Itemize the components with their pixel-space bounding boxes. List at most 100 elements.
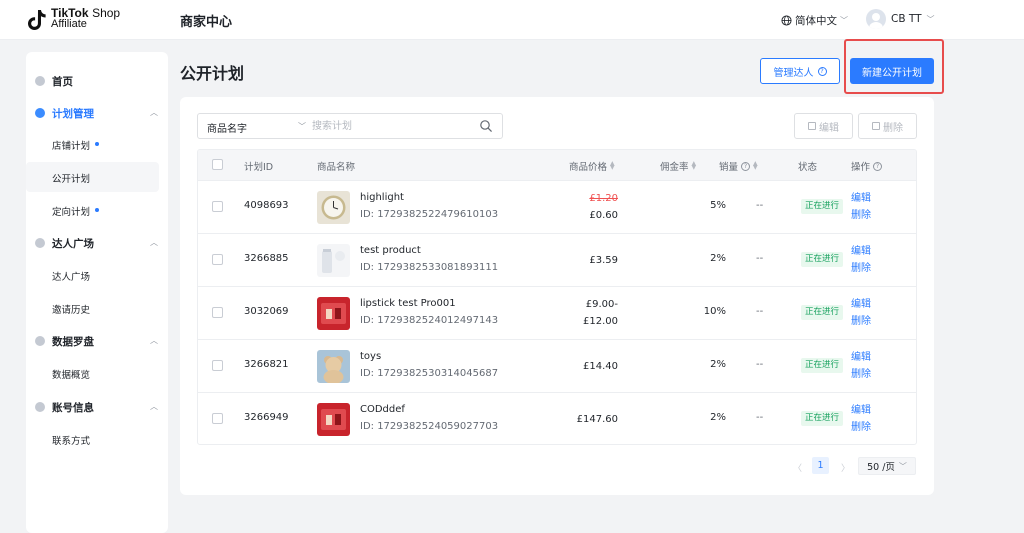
new-dot-icon [95,208,99,212]
sidebar-item-invite-history[interactable]: 邀请历史 [26,293,168,323]
product-name[interactable]: lipstick test Pro001 [360,298,456,309]
search-bar: 商品名字 ﹀ [197,113,503,139]
row-checkbox[interactable] [212,360,223,371]
row-edit-link[interactable]: 编辑 [851,190,871,207]
sidebar-item-public-plan[interactable]: 公开计划 [26,162,159,192]
delete-label: 删除 [883,122,903,134]
edit-icon [808,122,816,130]
sort-icon: ▲ ▼ [610,160,615,171]
sidebar-group-data-compass[interactable]: 数据罗盘 ︿ [26,330,168,352]
help-icon: ? [873,161,883,171]
product-price: £3.59 [589,255,618,266]
sidebar: 首页 计划管理 ︿ 店铺计划 公开计划 定向计划 达人广场 ︿ 达人广场 邀请历… [26,52,168,533]
table-row: 3266885 test product ID: 172938253308189… [198,233,916,286]
sales-count: -- [756,412,764,423]
new-public-plan-button[interactable]: 新建公开计划 [850,58,934,84]
row-delete-link[interactable]: 删除 [851,366,871,383]
chevron-down-icon: ﹀ [898,461,907,471]
tiktok-shop-affiliate-logo[interactable]: TikTok Shop Affiliate [27,6,137,34]
row-edit-link[interactable]: 编辑 [851,349,871,366]
prev-page-icon[interactable]: 〈 [793,461,802,474]
sales-count: -- [756,306,764,317]
page-size-select[interactable]: 50 /页 ﹀ [858,457,916,475]
page-size-label: 50 /页 [867,462,895,473]
header-commission[interactable]: 佣金率 ▲ ▼ [660,159,697,174]
delete-button[interactable]: 删除 [858,113,917,139]
user-menu[interactable]: CB TT ﹀ [866,9,935,29]
next-page-icon[interactable]: 〉 [841,461,850,474]
page-title: 公开计划 [180,64,245,83]
sidebar-group-account-info[interactable]: 账号信息 ︿ [26,396,168,418]
globe-icon [781,14,792,26]
row-checkbox[interactable] [212,201,223,212]
plan-id: 4098693 [244,200,289,211]
edit-button[interactable]: 编辑 [794,113,853,139]
select-all-checkbox[interactable] [212,159,223,170]
manage-creators-label: 管理达人 [773,67,814,79]
manage-creators-button[interactable]: 管理达人 ? [760,58,840,84]
header-actions-label: 操作 [851,162,871,173]
chevron-up-icon: ︿ [150,238,158,247]
header-title: 商家中心 [180,15,233,30]
row-checkbox[interactable] [212,413,223,424]
header-price[interactable]: 商品价格 ▲ ▼ [569,159,615,174]
header-sales[interactable]: 销量? ▲ ▼ [719,159,758,174]
product-name[interactable]: toys [360,351,381,362]
search-icon[interactable] [479,119,493,133]
help-icon: ? [741,161,751,171]
sidebar-item-label: 公开计划 [52,174,91,185]
status-badge: 正在进行 [801,252,844,267]
search-field-select[interactable]: 商品名字 [207,120,247,135]
plan-table: 计划ID 商品名称 商品价格 ▲ ▼ 佣金率 ▲ ▼ 销量? ▲ ▼ 状态 操作? 4098… [197,149,917,445]
product-id: ID: 1729382533081893111 [360,262,499,273]
product-name[interactable]: highlight [360,192,404,203]
sidebar-item-creator-market[interactable]: 达人广场 [26,260,168,290]
product-id: ID: 1729382524012497143 [360,315,499,326]
sidebar-group-creator-market[interactable]: 达人广场 ︿ [26,232,168,254]
plan-id: 3032069 [244,306,289,317]
commission-rate: 2% [710,359,726,370]
compass-icon [35,336,45,346]
row-delete-link[interactable]: 删除 [851,207,871,224]
row-checkbox[interactable] [212,254,223,265]
new-dot-icon [95,142,99,146]
commission-rate: 5% [710,200,726,211]
chevron-up-icon: ︿ [150,402,158,411]
product-id: ID: 1729382530314045687 [360,368,499,379]
sort-icon: ▲ ▼ [753,160,758,171]
row-edit-link[interactable]: 编辑 [851,243,871,260]
sales-count: -- [756,359,764,370]
chevron-down-icon: ﹀ [926,14,935,24]
row-edit-link[interactable]: 编辑 [851,402,871,419]
sidebar-group-plan-mgmt[interactable]: 计划管理 ︿ [26,102,168,124]
sort-icon: ▲ ▼ [691,160,697,171]
plan-icon [35,108,45,118]
row-delete-link[interactable]: 删除 [851,260,871,277]
row-edit-link[interactable]: 编辑 [851,296,871,313]
chevron-up-icon: ︿ [150,336,158,345]
logo-shop-text: Shop [92,6,121,20]
page-number-current[interactable]: 1 [812,457,829,474]
table-row: 3032069 lipstick test Pro001 ID: 1729382… [198,286,916,339]
sidebar-item-contact[interactable]: 联系方式 [26,424,168,454]
chevron-down-icon: ﹀ [840,15,848,25]
sidebar-item-shop-plan[interactable]: 店铺计划 [26,129,168,159]
search-input[interactable] [312,118,472,135]
row-checkbox[interactable] [212,307,223,318]
row-delete-link[interactable]: 删除 [851,313,871,330]
header-status: 状态 [798,162,818,173]
sidebar-item-home[interactable]: 首页 [26,70,168,92]
tiktok-note-icon [28,10,46,30]
sidebar-item-data-overview[interactable]: 数据概览 [26,358,168,388]
row-delete-link[interactable]: 删除 [851,419,871,436]
chevron-up-icon: ︿ [150,108,158,117]
product-name[interactable]: CODddef [360,404,405,415]
sidebar-item-targeted-plan[interactable]: 定向计划 [26,195,168,225]
product-name[interactable]: test product [360,245,421,256]
product-id: ID: 1729382524059027703 [360,421,499,432]
product-image-bottle [317,244,350,277]
header-sales-label: 销量 [719,162,739,173]
status-badge: 正在进行 [801,358,844,373]
product-price: £0.60 [589,210,618,221]
language-selector[interactable]: 简体中文 ﹀ [781,12,848,28]
